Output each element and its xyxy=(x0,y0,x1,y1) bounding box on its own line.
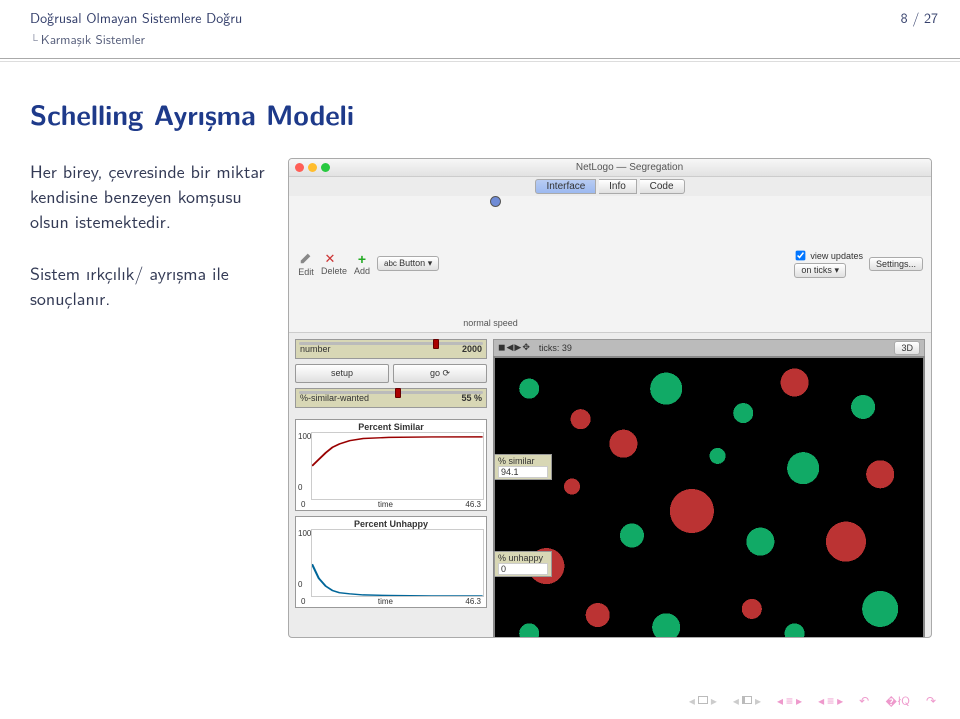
slide-header: Doğrusal Olmayan Sistemlere Doğru 8 / 27… xyxy=(0,0,960,55)
search-icon[interactable]: �łQ xyxy=(885,691,910,709)
plot-percent-unhappy: Percent Unhappy 1000 0time46.3 % unhappy… xyxy=(295,516,487,608)
netlogo-window: NetLogo — Segregation Interface Info Cod… xyxy=(288,158,932,638)
paragraph: Her birey, çevresinde bir miktar kendisi… xyxy=(30,158,266,234)
body-text: Her birey, çevresinde bir miktar kendisi… xyxy=(30,158,266,638)
toolbar-delete-label: Delete xyxy=(321,267,347,277)
view-tools-icon[interactable]: ◼◀▶✥ xyxy=(498,342,531,353)
ticks-label: ticks: xyxy=(539,343,560,353)
lines-icon: ≡ xyxy=(786,691,793,709)
zoom-icon[interactable] xyxy=(321,163,330,172)
slider-similar-wanted[interactable]: %-similar-wanted 55 % xyxy=(295,388,487,408)
world-toolbar: ◼◀▶✥ ticks: 39 3D xyxy=(493,339,925,356)
go-button[interactable]: go ⟳ xyxy=(393,364,487,383)
nav-next-icon[interactable]: ▸ xyxy=(711,691,717,709)
frame-title: Schelling Ayrışma Modeli xyxy=(30,94,932,134)
beamer-nav: ◂ ▸ ◂ ▸ ◂ ≡ ▸ ◂ ≡ ▸ ↶ �łQ ↷ xyxy=(689,691,936,709)
page-number: 8 / 27 xyxy=(901,8,938,28)
slider-number[interactable]: number 2000 xyxy=(295,339,487,359)
monitor-unhappy: % unhappy 0 xyxy=(494,551,552,577)
back-icon[interactable]: ↶ xyxy=(859,691,869,709)
forward-icon[interactable]: ↷ xyxy=(926,691,936,709)
add-icon[interactable]: + xyxy=(353,251,371,267)
delete-icon[interactable]: ✕ xyxy=(321,251,339,267)
nav-next-sub-icon[interactable]: ▸ xyxy=(837,691,843,709)
monitor-similar: % similar 94.1 xyxy=(494,454,552,480)
nav-next-frame-icon[interactable]: ▸ xyxy=(755,691,761,709)
tab-interface[interactable]: Interface xyxy=(535,179,596,194)
settings-button[interactable]: Settings... xyxy=(869,257,923,271)
lines-icon: ≡ xyxy=(827,691,834,709)
widget-type-dropdown[interactable]: abc Button ▾ xyxy=(377,256,439,271)
nav-first-icon[interactable]: ◂ xyxy=(689,691,695,709)
speed-label: normal speed xyxy=(463,319,518,329)
window-title: NetLogo — Segregation xyxy=(334,162,925,173)
close-icon[interactable] xyxy=(295,163,304,172)
plot-percent-similar: Percent Similar 1000 0time46.3 % similar… xyxy=(295,419,487,511)
world-view[interactable] xyxy=(493,356,925,638)
toolbar-add-label: Add xyxy=(353,267,371,277)
chevron-down-icon: ▾ xyxy=(428,258,433,268)
loop-icon: ⟳ xyxy=(442,368,450,378)
tab-bar: Interface Info Code xyxy=(289,177,931,196)
slide-icon xyxy=(698,696,708,704)
toolbar-edit-label: Edit xyxy=(297,268,315,278)
subsection-title: Karmaşık Sistemler xyxy=(41,30,145,49)
frame-icon xyxy=(742,696,752,704)
update-mode-dropdown[interactable]: on ticks ▾ xyxy=(794,263,846,278)
chevron-down-icon: ▾ xyxy=(834,265,839,275)
ticks-value: 39 xyxy=(562,343,572,353)
view-updates-checkbox[interactable]: view updates xyxy=(794,249,863,262)
edit-icon[interactable] xyxy=(297,250,315,266)
nav-prev-sec-icon[interactable]: ◂ xyxy=(777,691,783,709)
nav-next-sec-icon[interactable]: ▸ xyxy=(796,691,802,709)
toolbar: Edit ✕ Delete + Add abc Button ▾ normal … xyxy=(289,196,931,333)
tree-icon: └ xyxy=(30,32,38,48)
window-titlebar: NetLogo — Segregation xyxy=(289,159,931,177)
setup-button[interactable]: setup xyxy=(295,364,389,383)
nav-prev-frame-icon[interactable]: ◂ xyxy=(733,691,739,709)
nav-prev-sub-icon[interactable]: ◂ xyxy=(818,691,824,709)
paragraph: Sistem ırkçılık/ ayrışma ile sonuçlanır. xyxy=(30,260,266,310)
section-title: Doğrusal Olmayan Sistemlere Doğru xyxy=(30,8,242,28)
minimize-icon[interactable] xyxy=(308,163,317,172)
tab-code[interactable]: Code xyxy=(640,179,685,194)
tab-info[interactable]: Info xyxy=(599,179,637,194)
3d-button[interactable]: 3D xyxy=(894,341,920,355)
divider xyxy=(0,58,960,59)
